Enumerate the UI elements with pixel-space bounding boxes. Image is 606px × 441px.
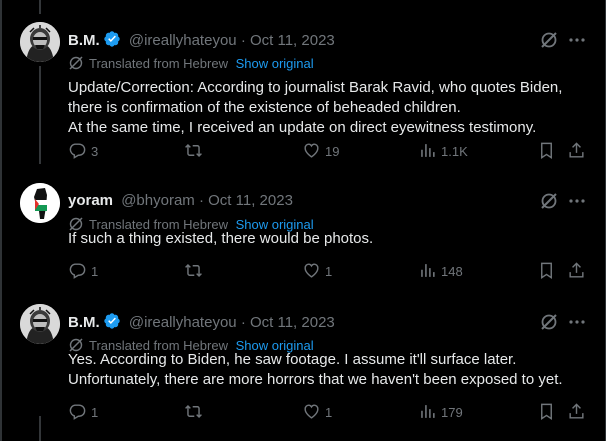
separator: · — [198, 192, 204, 209]
more-icon[interactable] — [567, 191, 587, 211]
tweet-text: Yes. According to Biden, he saw footage.… — [68, 350, 587, 390]
like-count: 19 — [325, 144, 340, 159]
author-name[interactable]: B.M. — [68, 32, 100, 49]
bookmark-button[interactable] — [537, 141, 556, 161]
bookmark-icon — [541, 403, 552, 420]
reply-icon — [69, 143, 86, 159]
views-button[interactable]: 179 — [418, 402, 463, 422]
retweet-button[interactable] — [184, 261, 207, 281]
tweet-text-line: Update/Correction: According to journali… — [68, 79, 563, 96]
tweet-text-line: At the same time, I received an update o… — [68, 119, 537, 136]
views-button[interactable]: 148 — [418, 261, 463, 281]
like-count: 1 — [325, 405, 333, 420]
translation-notice: Translated from Hebrew Show original — [68, 55, 314, 71]
retweet-icon — [185, 263, 202, 278]
reply-button[interactable]: 1 — [68, 402, 98, 422]
share-icon — [569, 142, 584, 158]
bookmark-button[interactable] — [537, 261, 556, 281]
author-name[interactable]: yoram — [68, 192, 113, 209]
tweet-text-line: If such a thing existed, there would be … — [68, 230, 374, 247]
verified-badge-icon — [103, 30, 121, 48]
more-icon[interactable] — [567, 30, 587, 50]
reply-count: 1 — [91, 405, 99, 420]
share-button[interactable] — [567, 141, 586, 161]
retweet-button[interactable] — [184, 141, 207, 161]
reply-count: 1 — [91, 264, 99, 279]
views-button[interactable]: 1.1K — [418, 141, 468, 161]
show-original-link[interactable]: Show original — [236, 56, 314, 71]
tweet-header: B.M. @ireallyhateyou · Oct 11, 2023 — [68, 30, 605, 50]
tweet-actions: 1 1 148 — [68, 261, 593, 281]
tweet-header: B.M. @ireallyhateyou · Oct 11, 2023 — [68, 312, 605, 332]
author-handle[interactable]: @bhyoram — [121, 192, 195, 209]
bookmark-button[interactable] — [537, 402, 556, 422]
thread-line — [39, 0, 41, 14]
tweet-date[interactable]: Oct 11, 2023 — [208, 192, 293, 209]
share-button[interactable] — [567, 261, 586, 281]
retweet-button[interactable] — [184, 402, 207, 422]
tweet-2[interactable]: yoram @bhyoram · Oct 11, 2023 Translated… — [2, 183, 605, 295]
retweet-icon — [185, 143, 202, 158]
reply-button[interactable]: 1 — [68, 261, 98, 281]
bookmark-icon — [541, 142, 552, 159]
reply-icon — [69, 404, 86, 420]
tweet-header: yoram @bhyoram · Oct 11, 2023 — [68, 191, 605, 211]
share-icon — [569, 403, 584, 419]
tweet-1[interactable]: B.M. @ireallyhateyou · Oct 11, 2023 Tran… — [2, 22, 605, 172]
avatar[interactable] — [20, 304, 60, 344]
tweet-actions: 1 1 179 — [68, 402, 593, 422]
author-handle[interactable]: @ireallyhateyou — [129, 32, 237, 49]
view-count: 148 — [441, 264, 463, 279]
translated-label: Translated from Hebrew — [89, 56, 228, 71]
reply-icon — [69, 263, 86, 279]
share-icon — [569, 262, 584, 278]
like-icon — [304, 263, 319, 278]
view-count: 1.1K — [441, 144, 468, 159]
like-button[interactable]: 1 — [302, 402, 332, 422]
tweet-text-line: Yes. According to Biden, he saw footage.… — [68, 351, 517, 368]
like-icon — [304, 404, 319, 419]
verified-badge-icon — [103, 312, 121, 330]
author-handle[interactable]: @ireallyhateyou — [129, 314, 237, 331]
bookmark-icon — [541, 262, 552, 279]
separator: · — [240, 314, 246, 331]
share-button[interactable] — [567, 402, 586, 422]
tweet-text-line: Unfortunately, there are more horrors th… — [68, 371, 563, 388]
like-button[interactable]: 19 — [302, 141, 339, 161]
more-icon[interactable] — [567, 312, 587, 332]
like-icon — [304, 143, 319, 158]
avatar[interactable] — [20, 22, 60, 62]
author-name[interactable]: B.M. — [68, 314, 100, 331]
tweet-3[interactable]: B.M. @ireallyhateyou · Oct 11, 2023 Tran… — [2, 304, 605, 441]
view-count: 179 — [441, 405, 463, 420]
tweet-date[interactable]: Oct 11, 2023 — [250, 32, 335, 49]
tweet-text: If such a thing existed, there would be … — [68, 229, 587, 249]
grok-icon[interactable] — [539, 312, 559, 332]
grok-icon[interactable] — [539, 30, 559, 50]
avatar[interactable] — [20, 183, 60, 223]
translate-icon — [68, 55, 84, 71]
tweet-text: Update/Correction: According to journali… — [68, 78, 587, 138]
tweet-date[interactable]: Oct 11, 2023 — [250, 314, 335, 331]
grok-icon[interactable] — [539, 191, 559, 211]
separator: · — [240, 32, 246, 49]
reply-count: 3 — [91, 144, 99, 159]
tweet-actions: 3 19 1.1K — [68, 141, 593, 161]
reply-button[interactable]: 3 — [68, 141, 98, 161]
like-button[interactable]: 1 — [302, 261, 332, 281]
like-count: 1 — [325, 264, 333, 279]
views-icon — [421, 144, 435, 157]
views-icon — [421, 405, 435, 418]
views-icon — [421, 264, 435, 277]
tweet-text-line: there is confirmation of the existence o… — [68, 99, 461, 116]
retweet-icon — [185, 404, 202, 419]
